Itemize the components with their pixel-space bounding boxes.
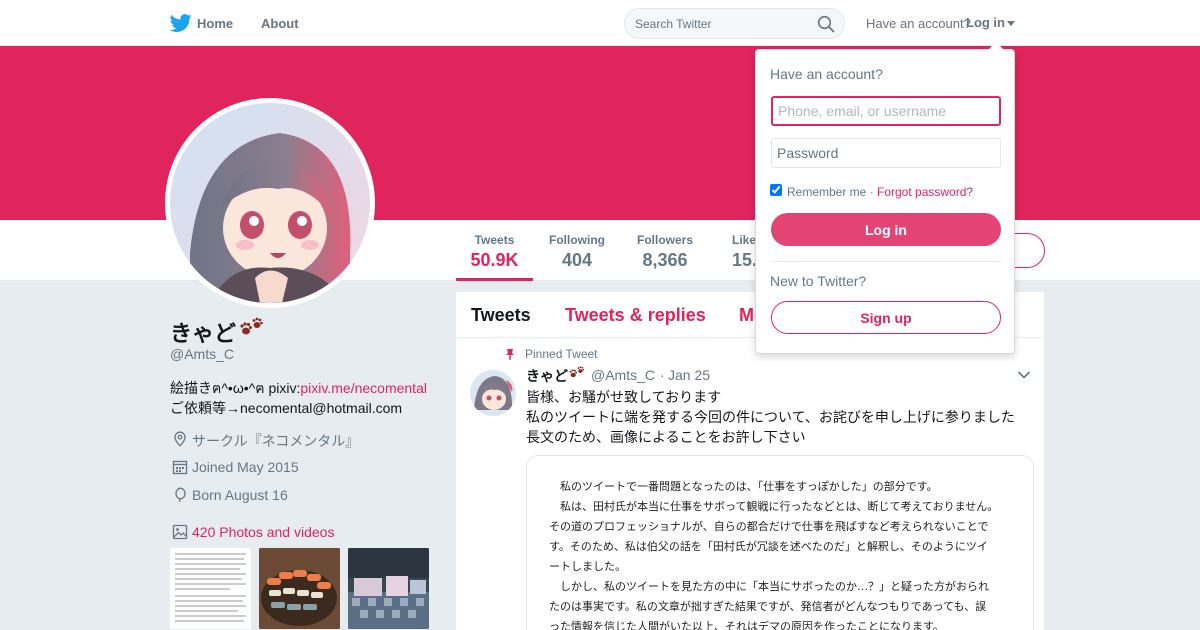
image-icon <box>172 524 188 540</box>
photos-videos-label[interactable]: 420 Photos and videos <box>192 524 334 540</box>
tweet-author-handle[interactable]: @Amts_C <box>591 367 655 383</box>
tweet-text-line: 私のツイートに端を発する今回の件について、お詫びを申し上げに参りました <box>526 409 1015 425</box>
dropdown-arrow <box>988 42 1004 50</box>
stat-following[interactable]: Following 404 <box>540 233 614 281</box>
search-icon[interactable] <box>817 15 835 33</box>
tab-tweets-replies[interactable]: Tweets & replies <box>565 305 706 326</box>
login-menu-toggle[interactable]: Log in <box>966 15 1005 30</box>
birthday-text: Born August 16 <box>192 487 288 503</box>
tweet-text-line: 長文のため、画像によることをお許し下さい <box>526 429 806 445</box>
table-photo-image <box>348 548 429 629</box>
search-box <box>624 8 845 39</box>
stat-label: Following <box>549 233 605 247</box>
stat-label: Tweets <box>474 233 515 247</box>
balloon-icon <box>175 487 186 503</box>
media-text-line: ートしました。 <box>549 560 626 573</box>
stat-tweets[interactable]: Tweets 50.9K <box>456 233 533 281</box>
tweet-author-name[interactable]: きゃど <box>526 366 568 386</box>
tweet-avatar[interactable] <box>470 370 516 416</box>
pixiv-link[interactable]: pixiv.me/necomental <box>300 380 427 396</box>
signup-button[interactable]: Sign up <box>771 301 1001 334</box>
tweet-separator: · <box>660 367 665 383</box>
profile-bio-line-2: ご依頼等→necomental@hotmail.com <box>170 400 403 416</box>
media-text-line: たのは事実です。私の文章が拙すぎた結果ですが、発信者がどんなつもりであっても、誤 <box>549 600 987 613</box>
divider <box>771 261 1001 262</box>
nav-home-link[interactable]: Home <box>197 16 233 31</box>
username-field[interactable] <box>771 96 1001 126</box>
twitter-bird-icon[interactable] <box>170 12 192 34</box>
pin-icon <box>506 349 514 360</box>
login-button[interactable]: Log in <box>771 213 1001 246</box>
photo-thumbnail[interactable] <box>259 548 340 629</box>
stat-value: 404 <box>561 250 593 270</box>
photo-thumbnail[interactable] <box>170 548 251 629</box>
chevron-down-icon[interactable] <box>1017 370 1031 380</box>
paw-prints-icon <box>569 366 585 378</box>
tab-tweets[interactable]: Tweets <box>471 305 531 326</box>
media-text-line: その道のプロフェッショナルが、自らの都合だけで仕事を飛ばすなど考えられないことで <box>549 520 989 533</box>
password-field[interactable] <box>771 138 1001 168</box>
stat-followers[interactable]: Followers 8,366 <box>627 233 703 281</box>
joined-text: Joined May 2015 <box>192 459 299 475</box>
avatar-illustration <box>470 370 516 416</box>
caret-down-icon[interactable] <box>1007 21 1015 26</box>
profile-handle[interactable]: @Amts_C <box>170 346 234 362</box>
media-text-line: 私のツイートで一番問題となったのは、「仕事をすっぽかした」の部分です。 <box>549 480 938 493</box>
have-account-text: Have an account? <box>866 16 971 31</box>
location-pin-icon <box>174 431 186 447</box>
stat-label: Followers <box>636 233 693 247</box>
avatar-illustration <box>170 103 370 303</box>
tweet-timestamp[interactable]: Jan 25 <box>668 367 710 383</box>
top-nav: Home About Have an account? Log in <box>0 0 1200 46</box>
tweet-text-line: 皆様、お騒がせ致しております <box>526 389 722 405</box>
media-text-line: す。そのため、私は伯父の話を「田村氏が冗談を述べたのだ」と解釈し、そのようにツイ <box>549 540 988 553</box>
media-text-line: った情報を信じた人間がいた以上、それはデマの原因を作ったことになります。 <box>549 620 944 630</box>
remember-me-checkbox[interactable] <box>770 184 782 196</box>
location-text: サークル『ネコメンタル』 <box>192 433 360 449</box>
paw-prints-icon <box>240 317 263 335</box>
new-to-twitter-text: New to Twitter? <box>770 273 867 289</box>
calendar-icon <box>172 460 188 475</box>
search-input[interactable] <box>635 15 805 33</box>
media-text-line: 私は、田村氏が本当に仕事をサボって観戦に行ったなどとは、断じて考えておりません。 <box>549 500 999 513</box>
stat-value: 50.9K <box>470 250 519 270</box>
pinned-tweet-label: Pinned Tweet <box>525 347 598 361</box>
tweet-media-image[interactable]: 私のツイートで一番問題となったのは、「仕事をすっぽかした」の部分です。 私は、田… <box>526 455 1034 630</box>
media-text-line: しかし、私のツイートを見た方の中に「本当にサボったのか…？」と疑った方がおられ <box>549 580 989 593</box>
login-dropdown-title: Have an account? <box>770 66 883 82</box>
nav-about-link[interactable]: About <box>261 16 299 31</box>
login-dropdown: Have an account? Remember me · Forgot pa… <box>755 42 1015 354</box>
food-photo-image <box>259 548 340 629</box>
profile-name[interactable]: きゃど <box>170 316 236 348</box>
stat-value: 8,366 <box>642 250 688 270</box>
profile-bio-line-1: 絵描きฅ^•ω•^ฅ pixiv:pixiv.me/necomental <box>170 378 427 400</box>
remember-me-label[interactable]: Remember me · <box>787 185 874 199</box>
photo-thumbnail[interactable] <box>348 548 429 629</box>
bio-text: 絵描きฅ^•ω•^ฅ pixiv: <box>170 380 301 396</box>
forgot-password-link[interactable]: Forgot password? <box>877 185 973 199</box>
profile-avatar[interactable] <box>165 98 375 308</box>
document-image <box>175 553 246 622</box>
